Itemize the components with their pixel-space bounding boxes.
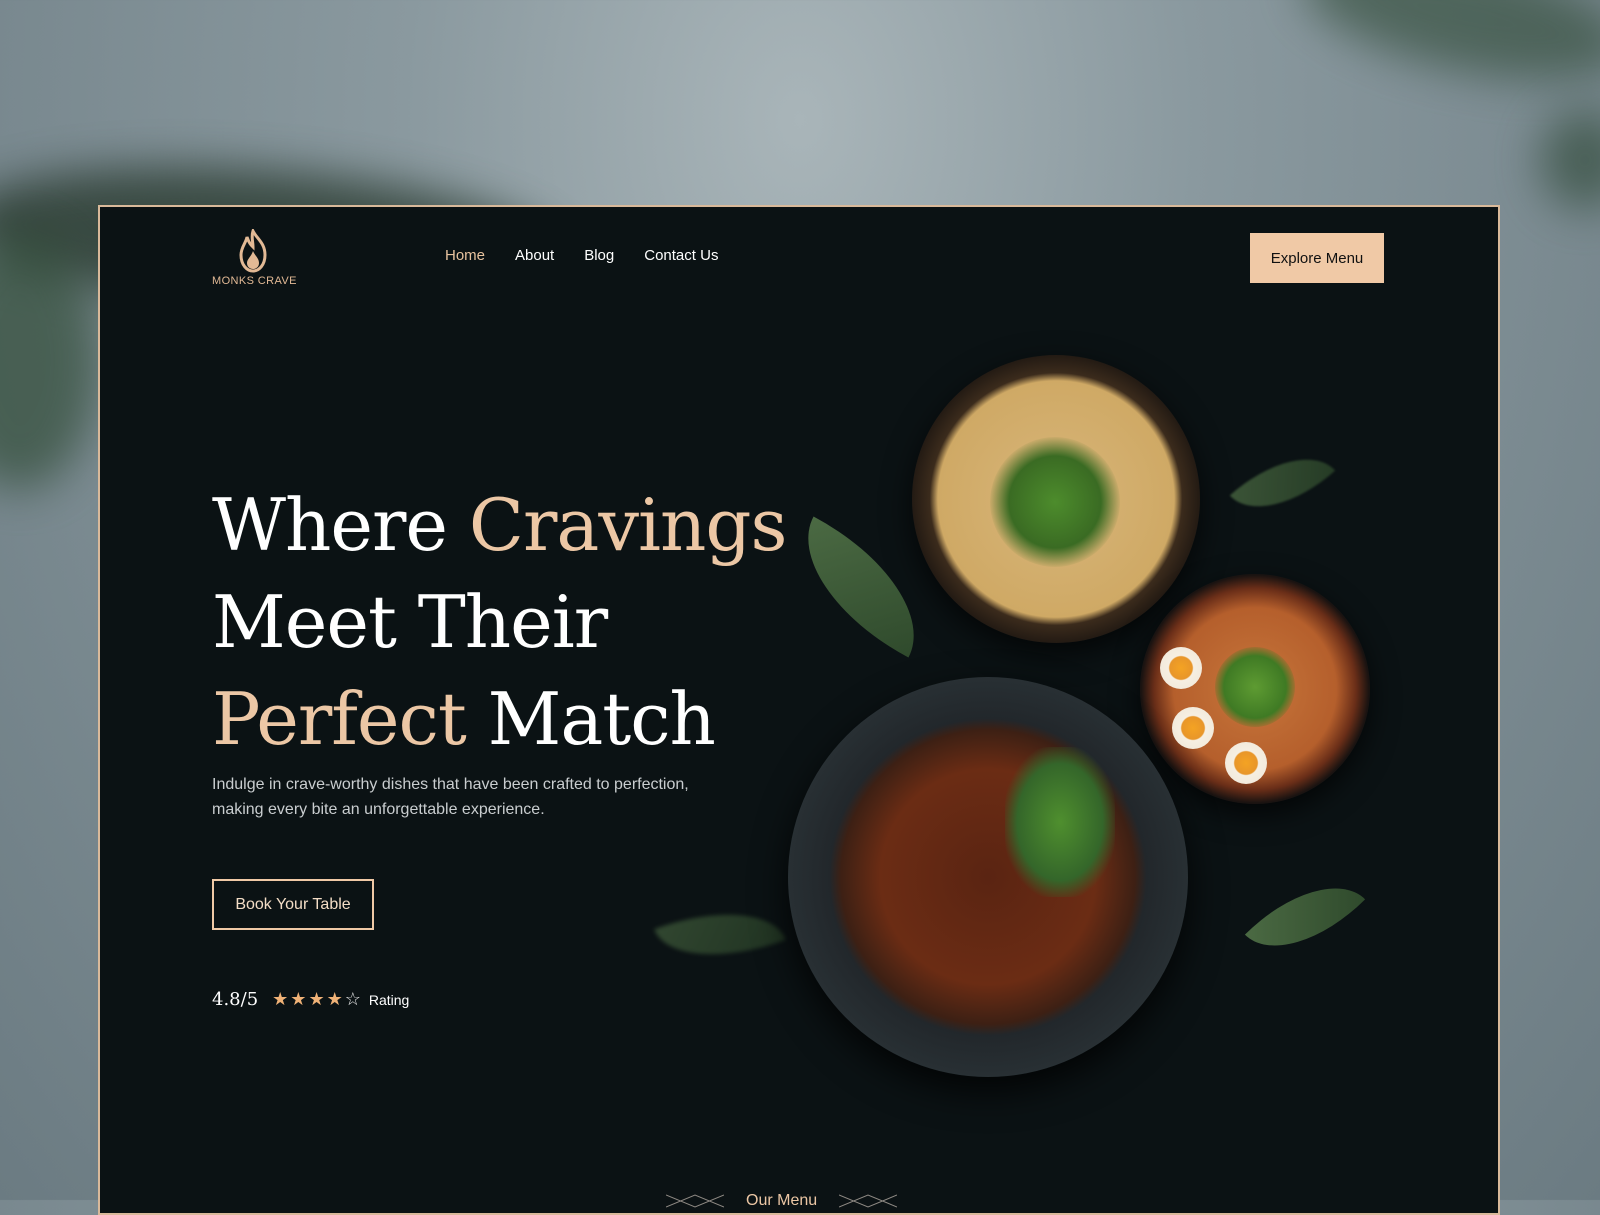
brand-name: MONKS CRAVE bbox=[212, 275, 297, 287]
website-frame: MONKS CRAVE Home About Blog Contact Us E… bbox=[98, 205, 1500, 1215]
nav-item-blog[interactable]: Blog bbox=[584, 247, 614, 264]
nav-item-contact[interactable]: Contact Us bbox=[644, 247, 718, 264]
greens-garnish bbox=[1005, 747, 1115, 897]
explore-menu-button[interactable]: Explore Menu bbox=[1250, 233, 1384, 283]
leaf-image bbox=[654, 888, 786, 981]
egg-image bbox=[1160, 647, 1202, 689]
leaf-image bbox=[1229, 431, 1336, 535]
book-table-button[interactable]: Book Your Table bbox=[212, 879, 374, 930]
headline-accent: Perfect bbox=[212, 677, 467, 761]
hero-subtext: Indulge in crave-worthy dishes that have… bbox=[212, 776, 689, 818]
nav-item-about[interactable]: About bbox=[515, 247, 554, 264]
rating-label: Rating bbox=[368, 991, 410, 1008]
headline-word: Match bbox=[465, 677, 716, 761]
leaf-image bbox=[1244, 856, 1366, 978]
star-icon: ★ bbox=[290, 989, 307, 1009]
scallion-garnish bbox=[1215, 647, 1295, 727]
rating-summary: 4.8/5 ★ ★ ★ ★ ☆ Rating bbox=[212, 989, 409, 1010]
main-nav: Home About Blog Contact Us bbox=[445, 247, 718, 264]
our-menu-label: Our Menu bbox=[746, 1192, 818, 1209]
egg-image bbox=[1172, 707, 1214, 749]
star-outline-icon: ☆ bbox=[344, 989, 361, 1009]
star-icon: ★ bbox=[308, 989, 325, 1009]
decorative-ornament-icon bbox=[666, 1194, 724, 1208]
background-leaf bbox=[1540, 110, 1600, 210]
star-icon: ★ bbox=[326, 989, 343, 1009]
brand-logo[interactable]: MONKS CRAVE bbox=[212, 229, 297, 287]
star-icon: ★ bbox=[272, 989, 289, 1009]
hero-headline: Where Cravings Meet Their Perfect Match bbox=[212, 477, 788, 768]
our-menu-heading: Our Menu bbox=[666, 1192, 898, 1210]
headline-word: Where bbox=[212, 483, 469, 567]
background-leaf bbox=[1292, 0, 1600, 104]
nav-item-home[interactable]: Home bbox=[445, 247, 485, 264]
headline-word: Meet Their bbox=[212, 580, 608, 664]
rating-score: 4.8/5 bbox=[212, 989, 259, 1010]
decorative-ornament-icon bbox=[839, 1194, 898, 1208]
headline-accent: Cravings bbox=[468, 483, 788, 567]
rating-stars: ★ ★ ★ ★ ☆ bbox=[272, 989, 361, 1010]
egg-image bbox=[1225, 742, 1267, 784]
scallion-garnish bbox=[990, 437, 1120, 567]
flame-icon bbox=[212, 229, 294, 273]
noodle-plate-image bbox=[788, 677, 1188, 1077]
